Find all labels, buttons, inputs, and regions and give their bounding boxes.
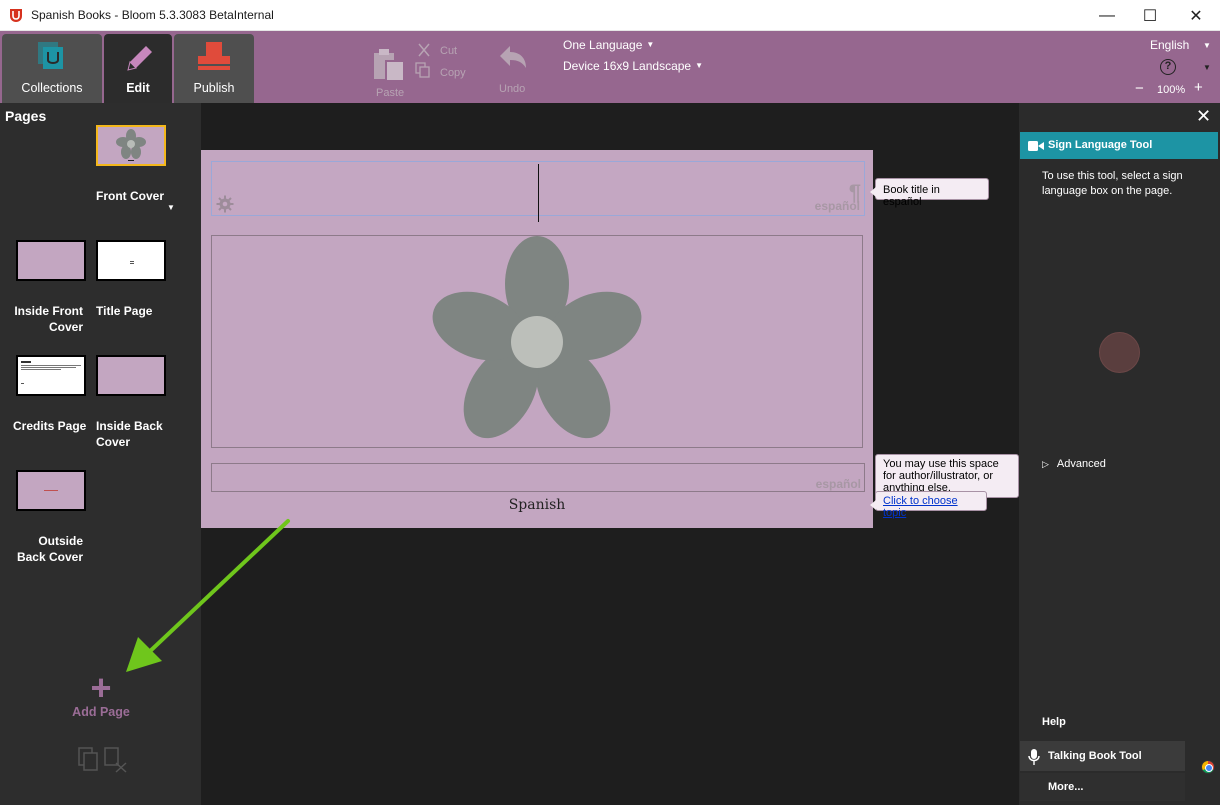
sign-language-tool-label: Sign Language Tool	[1048, 139, 1153, 151]
close-tool-panel-icon[interactable]: ✕	[1196, 106, 1211, 127]
more-tools-label: More...	[1048, 781, 1084, 793]
choose-topic-link[interactable]: Click to choose topic	[883, 495, 958, 519]
page-thumbnail-inside-back-cover[interactable]	[96, 355, 166, 396]
duplicate-page-icon[interactable]	[78, 747, 100, 773]
tool-help-link[interactable]: Help	[1042, 716, 1066, 728]
video-camera-icon	[1028, 141, 1044, 151]
zoom-level: 100%	[1157, 84, 1186, 96]
language-name-label: Spanish	[508, 497, 566, 513]
title-hint-bubble: Book title in español	[870, 178, 989, 208]
paste-icon[interactable]	[372, 47, 406, 81]
tab-collections[interactable]: Collections	[2, 34, 102, 103]
edit-canvas: ¶ español español Spanish Book title in …	[201, 103, 1019, 805]
tab-collections-label: Collections	[21, 81, 83, 95]
collections-icon	[38, 42, 63, 69]
chevron-down-icon: ▼	[646, 40, 655, 49]
publish-icon	[198, 42, 230, 70]
minimize-button[interactable]: —	[1084, 0, 1130, 31]
zoom-in-button[interactable]: +	[1194, 79, 1203, 96]
language-mode-menu[interactable]: One Language ▼	[563, 38, 654, 52]
paste-label: Paste	[376, 87, 405, 99]
credits-language-tag: español	[815, 477, 861, 491]
pages-panel: Pages Front Cover ▼ Inside Front Cover T…	[0, 103, 201, 805]
delete-page-icon[interactable]	[104, 747, 128, 773]
flower-thumbnail-icon	[116, 129, 146, 161]
pages-header: Pages	[5, 108, 47, 124]
flower-image	[432, 236, 642, 439]
talking-book-tool-item[interactable]: Talking Book Tool	[1020, 741, 1185, 771]
page-layout-label: Device 16x9 Landscape	[563, 59, 692, 73]
green-arrow-annotation	[126, 519, 290, 672]
page-label-outside-back-cover[interactable]: Outside Back Cover	[8, 533, 83, 565]
tab-publish[interactable]: Publish	[174, 34, 254, 103]
tab-edit-label: Edit	[126, 81, 150, 95]
sign-language-tool-header[interactable]: Sign Language Tool	[1020, 132, 1218, 159]
scissors-icon[interactable]	[416, 42, 432, 58]
record-button[interactable]	[1099, 332, 1140, 373]
page-thumbnail-inside-front-cover[interactable]	[16, 240, 86, 281]
zoom-out-button[interactable]: −	[1135, 80, 1144, 97]
advanced-label: Advanced	[1056, 458, 1106, 470]
undo-icon[interactable]	[494, 40, 530, 74]
tool-panel	[1019, 103, 1220, 805]
topic-hint-bubble: Click to choose topic	[870, 491, 987, 519]
title-bar: Spanish Books - Bloom 5.3.3083 BetaInter…	[0, 0, 1220, 31]
gear-icon[interactable]	[216, 195, 234, 213]
chevron-down-icon[interactable]: ▼	[1203, 41, 1211, 50]
author-credits-field[interactable]: español	[211, 463, 865, 492]
page-label-inside-front-cover[interactable]: Inside Front Cover	[10, 303, 83, 335]
page-thumbnail-credits-page[interactable]	[16, 355, 86, 396]
ui-language-menu[interactable]: English	[1150, 38, 1189, 52]
page-label-title-page[interactable]: Title Page	[96, 303, 152, 319]
language-mode-label: One Language	[563, 38, 643, 52]
bloom-logo-icon	[10, 9, 22, 22]
microphone-icon	[1028, 749, 1040, 765]
book-title-field[interactable]: ¶ español	[211, 161, 865, 222]
add-page-label: Add Page	[72, 705, 130, 719]
chevron-down-icon: ▼	[695, 61, 704, 70]
plus-icon: +	[90, 667, 112, 708]
cover-image-container[interactable]	[211, 235, 863, 448]
cut-label[interactable]: Cut	[440, 45, 457, 57]
tab-publish-label: Publish	[193, 81, 235, 95]
page-thumbnail-outside-back-cover[interactable]	[16, 470, 86, 511]
title-language-tag: español	[814, 199, 860, 213]
window-title: Spanish Books - Bloom 5.3.3083 BetaInter…	[31, 8, 274, 22]
talking-book-tool-label: Talking Book Tool	[1048, 750, 1142, 762]
page-thumbnail-front-cover[interactable]	[96, 125, 166, 166]
expand-arrow-icon: ▷	[1042, 459, 1049, 469]
help-icon[interactable]: ?	[1160, 59, 1176, 75]
text-cursor	[538, 164, 539, 222]
page-label-inside-back-cover[interactable]: Inside Back Cover	[96, 418, 166, 450]
pencil-icon	[127, 46, 152, 71]
copy-icon[interactable]	[415, 62, 431, 78]
advanced-toggle[interactable]: ▷ Advanced	[1042, 458, 1106, 470]
undo-label[interactable]: Undo	[499, 83, 525, 95]
more-tools-item[interactable]: More...	[1020, 773, 1185, 801]
tab-edit[interactable]: Edit	[104, 34, 172, 103]
chrome-devtools-icon[interactable]	[1201, 760, 1215, 774]
tool-instructions: To use this tool, select a sign language…	[1042, 170, 1183, 197]
book-page-front-cover: ¶ español español Spanish	[201, 150, 873, 528]
copy-label[interactable]: Copy	[440, 67, 466, 79]
chevron-down-icon[interactable]: ▼	[167, 203, 175, 212]
close-window-button[interactable]: ✕	[1173, 0, 1219, 31]
page-thumbnail-title-page[interactable]	[96, 240, 166, 281]
add-page-button[interactable]: + Add Page	[70, 667, 132, 720]
maximize-button[interactable]: ☐	[1127, 0, 1173, 31]
chevron-down-icon[interactable]: ▼	[1203, 63, 1211, 72]
page-label-credits-page[interactable]: Credits Page	[13, 418, 86, 434]
page-layout-menu[interactable]: Device 16x9 Landscape ▼	[563, 59, 703, 73]
page-label-front-cover[interactable]: Front Cover	[96, 188, 164, 204]
